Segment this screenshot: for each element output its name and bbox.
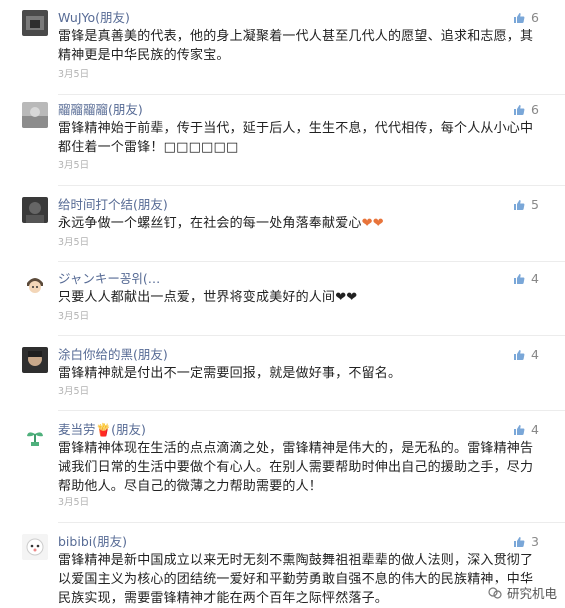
thumbs-up-icon bbox=[514, 105, 525, 115]
watermark: 研究机电 bbox=[487, 583, 557, 602]
divider bbox=[58, 261, 565, 262]
comment-text: 雷锋精神体现在生活的点点滴滴之处，雷锋精神是伟大的，是无私的。雷锋精神告诫我们日… bbox=[58, 441, 534, 494]
like-button[interactable]: 5 bbox=[513, 197, 539, 213]
avatar[interactable] bbox=[22, 347, 48, 373]
comment-date: 3月5日 bbox=[58, 237, 90, 248]
comment-text-body: 永远争做一个螺丝钉，在社会的每一处角落奉献爱心 bbox=[58, 216, 362, 231]
thumbs-up-icon bbox=[514, 425, 525, 435]
avatar[interactable] bbox=[22, 422, 48, 448]
comment-date: 3月5日 bbox=[58, 69, 90, 80]
divider bbox=[58, 185, 565, 186]
comment-date: 3月5日 bbox=[58, 311, 90, 322]
like-count: 6 bbox=[531, 10, 539, 25]
comment-text: 雷锋精神是新中国成立以来无时无刻不熏陶鼓舞祖祖辈辈的做人法则，深入贯彻了以爱国主… bbox=[58, 553, 534, 606]
comment-list: WuJYo(朋友) 6 雷锋是真善美的代表，他的身上凝聚着一代人甚至几代人的愿望… bbox=[0, 0, 565, 606]
comment-text: 雷锋精神始于前辈，传于当代，延于后人，生生不息，代代相传，每个人从小心中都住着一… bbox=[58, 121, 534, 155]
comment-author[interactable]: 涂白你给的黑(朋友) bbox=[58, 347, 168, 363]
avatar[interactable] bbox=[22, 534, 48, 560]
avatar[interactable] bbox=[22, 10, 48, 36]
avatar[interactable] bbox=[22, 271, 48, 297]
thumbs-up-icon bbox=[514, 274, 525, 284]
avatar-cartoon-icon bbox=[22, 534, 48, 560]
like-button[interactable]: 6 bbox=[513, 102, 539, 118]
like-count: 3 bbox=[531, 534, 539, 549]
comment-author[interactable]: 麦当劳🍟(朋友) bbox=[58, 422, 146, 438]
like-count: 4 bbox=[531, 271, 539, 286]
like-count: 4 bbox=[531, 347, 539, 362]
thumbs-up-icon bbox=[514, 537, 525, 547]
comment-date: 3月5日 bbox=[58, 160, 90, 171]
heart-emoji: ❤❤ bbox=[361, 216, 384, 231]
divider bbox=[58, 94, 565, 95]
watermark-text: 研究机电 bbox=[506, 586, 557, 601]
comment-author[interactable]: bibibi(朋友) bbox=[58, 534, 127, 550]
comment-author[interactable]: 给时间打个结(朋友) bbox=[58, 197, 168, 213]
divider bbox=[58, 522, 565, 523]
comment-text: 只要人人都献出一点爱，世界将变成美好的人间❤❤ bbox=[58, 290, 358, 305]
avatar-photo-icon bbox=[22, 347, 48, 373]
comment-author[interactable]: WuJYo(朋友) bbox=[58, 10, 130, 26]
thumbs-up-icon bbox=[514, 350, 525, 360]
comment-text: 雷锋精神就是付出不一定需要回报，就是做好事，不留名。 bbox=[58, 366, 402, 381]
avatar-plant-icon bbox=[22, 422, 48, 448]
avatar-photo-icon bbox=[22, 102, 48, 128]
thumbs-up-icon bbox=[514, 200, 525, 210]
thumbs-up-icon bbox=[514, 13, 525, 23]
like-button[interactable]: 4 bbox=[513, 271, 539, 287]
like-count: 4 bbox=[531, 422, 539, 437]
like-button[interactable]: 3 bbox=[513, 534, 539, 550]
comment-text: 雷锋是真善美的代表，他的身上凝聚着一代人甚至几代人的愿望、追求和志愿，其精神更是… bbox=[58, 29, 534, 63]
divider bbox=[58, 410, 565, 411]
comment-date: 3月5日 bbox=[58, 497, 90, 508]
divider bbox=[58, 335, 565, 336]
wechat-logo-icon bbox=[488, 586, 502, 599]
like-count: 6 bbox=[531, 102, 539, 117]
like-button[interactable]: 6 bbox=[513, 10, 539, 26]
comment-author[interactable]: 鬸鬸鬸鬸(朋友) bbox=[58, 102, 143, 118]
comment-author[interactable]: ジャンキー꽁위(… bbox=[58, 271, 160, 287]
comment-date: 3月5日 bbox=[58, 386, 90, 397]
avatar-cartoon-icon bbox=[22, 271, 48, 297]
like-button[interactable]: 4 bbox=[513, 347, 539, 363]
comment-text: 永远争做一个螺丝钉，在社会的每一处角落奉献爱心❤❤ bbox=[58, 214, 538, 233]
avatar-photo-icon bbox=[22, 10, 48, 36]
like-button[interactable]: 4 bbox=[513, 422, 539, 438]
avatar-photo-icon bbox=[22, 197, 48, 223]
like-count: 5 bbox=[531, 197, 539, 212]
avatar[interactable] bbox=[22, 102, 48, 128]
avatar[interactable] bbox=[22, 197, 48, 223]
